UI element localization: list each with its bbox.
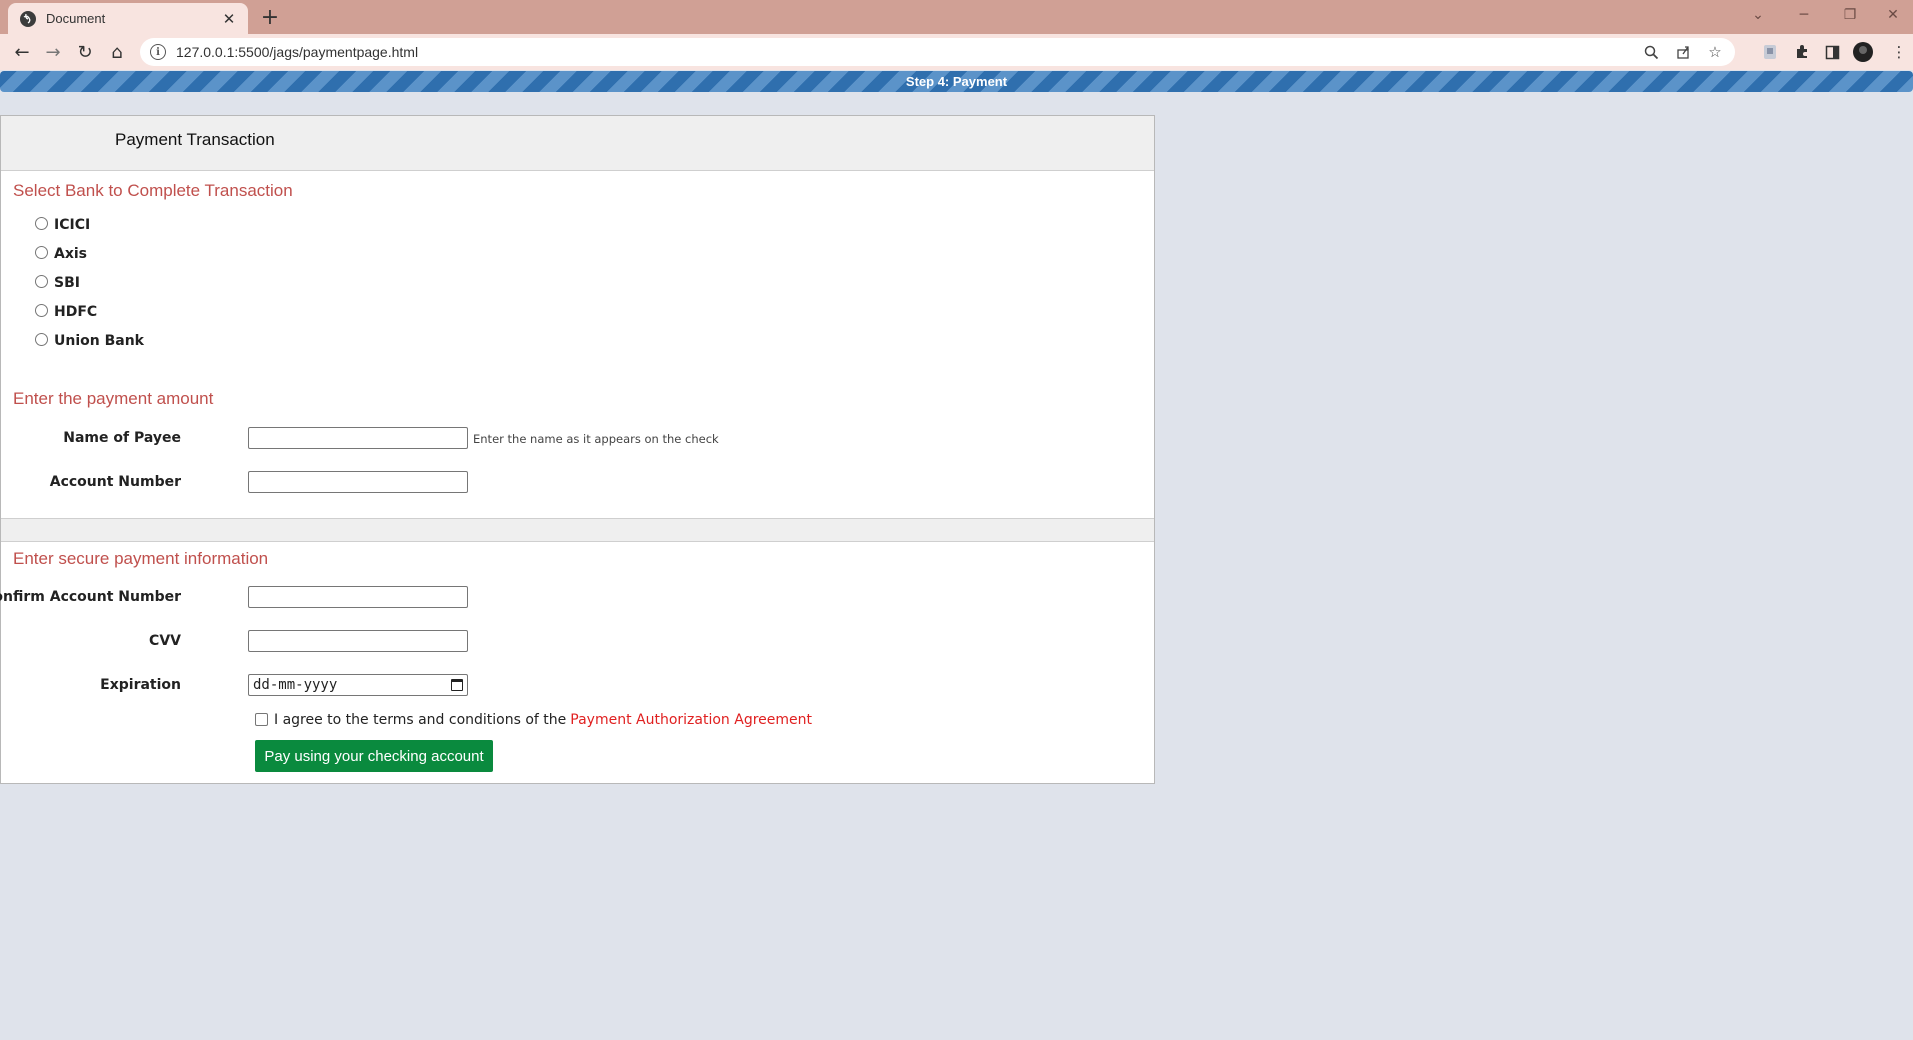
radio-button[interactable]: [35, 332, 48, 346]
pay-button[interactable]: Pay using your checking account: [255, 740, 493, 772]
side-panel-icon[interactable]: [1821, 41, 1843, 63]
step-label: Step 4: Payment: [905, 74, 1008, 89]
payee-hint: Enter the name as it appears on the chec…: [473, 432, 719, 446]
bank-label: ICICI: [54, 217, 91, 233]
account-number-input[interactable]: [248, 471, 468, 493]
tab-title: Document: [46, 11, 106, 26]
address-bar[interactable]: i 127.0.0.1:5500/jags/paymentpage.html ☆: [140, 38, 1735, 66]
account-row: Account Number: [1, 471, 1101, 495]
avatar[interactable]: [1852, 41, 1874, 63]
bank-option-union-bank[interactable]: Union Bank: [35, 332, 144, 349]
cvv-input[interactable]: [248, 630, 468, 652]
bank-label: Union Bank: [54, 333, 144, 349]
step-progress-bar: Step 4: Payment: [0, 71, 1913, 92]
terms-checkbox[interactable]: [255, 712, 268, 726]
card-header: Payment Transaction: [1, 116, 1154, 171]
expiration-label: Expiration: [100, 677, 181, 693]
url-text[interactable]: 127.0.0.1:5500/jags/paymentpage.html: [176, 44, 1639, 60]
confirm-account-input[interactable]: [248, 586, 468, 608]
window-close-icon[interactable]: ✕: [1873, 4, 1913, 26]
reload-icon[interactable]: ↻: [72, 39, 98, 65]
expiration-row: Expiration dd-mm-yyyy: [1, 674, 1101, 698]
confirm-account-label: Confirm Account Number: [0, 589, 181, 605]
amount-section-title: Enter the payment amount: [13, 389, 214, 408]
site-info-icon[interactable]: i: [150, 44, 166, 60]
restore-icon[interactable]: ❐: [1830, 4, 1870, 26]
section-divider: [1, 518, 1154, 542]
agreement-link[interactable]: Payment Authorization Agreement: [570, 712, 812, 728]
radio-button[interactable]: [35, 274, 48, 288]
cvv-label: CVV: [149, 633, 181, 649]
payee-row: Name of Payee Enter the name as it appea…: [1, 427, 1101, 451]
bank-option-hdfc[interactable]: HDFC: [35, 303, 98, 320]
payment-card: Payment Transaction Select Bank to Compl…: [0, 115, 1155, 784]
payee-label: Name of Payee: [63, 430, 181, 446]
kebab-menu-icon[interactable]: ⋮: [1888, 41, 1910, 63]
close-icon[interactable]: ✕: [220, 10, 238, 28]
secure-section-title: Enter secure payment information: [13, 549, 269, 568]
bank-option-icici[interactable]: ICICI: [35, 216, 91, 233]
new-tab-icon[interactable]: +: [258, 5, 282, 30]
date-placeholder: dd-mm-yyyy: [253, 677, 338, 693]
puzzle-icon[interactable]: [1791, 41, 1813, 63]
radio-button[interactable]: [35, 303, 48, 317]
bank-label: Axis: [54, 246, 87, 262]
globe-icon: [20, 10, 36, 27]
extension-icon[interactable]: [1759, 41, 1781, 63]
page-title: Payment Transaction: [115, 130, 275, 149]
minimize-icon[interactable]: ─: [1784, 4, 1824, 26]
forward-arrow-icon[interactable]: →: [40, 39, 66, 65]
back-arrow-icon[interactable]: ←: [9, 39, 35, 65]
payee-input[interactable]: [248, 427, 468, 449]
zoom-icon[interactable]: [1639, 40, 1663, 64]
bank-section-title: Select Bank to Complete Transaction: [13, 181, 293, 200]
browser-toolbar: ← → ↻ ⌂ i 127.0.0.1:5500/jags/paymentpag…: [0, 34, 1913, 70]
share-icon[interactable]: [1671, 40, 1695, 64]
chevron-down-icon[interactable]: ⌄: [1738, 4, 1778, 26]
calendar-icon[interactable]: [451, 679, 463, 691]
browser-tabstrip: Document ✕ + ⌄ ─ ❐ ✕: [0, 0, 1913, 34]
expiration-date-input[interactable]: dd-mm-yyyy: [248, 674, 468, 696]
cvv-row: CVV: [1, 630, 1101, 654]
terms-text: I agree to the terms and conditions of t…: [274, 712, 567, 728]
account-number-label: Account Number: [49, 474, 181, 490]
star-icon[interactable]: ☆: [1703, 40, 1727, 64]
terms-agreement-row: I agree to the terms and conditions of t…: [255, 712, 812, 728]
radio-button[interactable]: [35, 216, 48, 230]
browser-tab[interactable]: Document ✕: [8, 3, 248, 34]
confirm-account-row: Confirm Account Number: [0, 586, 1101, 610]
home-icon[interactable]: ⌂: [104, 39, 130, 65]
bank-label: HDFC: [54, 304, 98, 320]
bank-option-axis[interactable]: Axis: [35, 245, 87, 262]
bank-label: SBI: [54, 275, 80, 291]
radio-button[interactable]: [35, 245, 48, 259]
bank-option-sbi[interactable]: SBI: [35, 274, 80, 291]
